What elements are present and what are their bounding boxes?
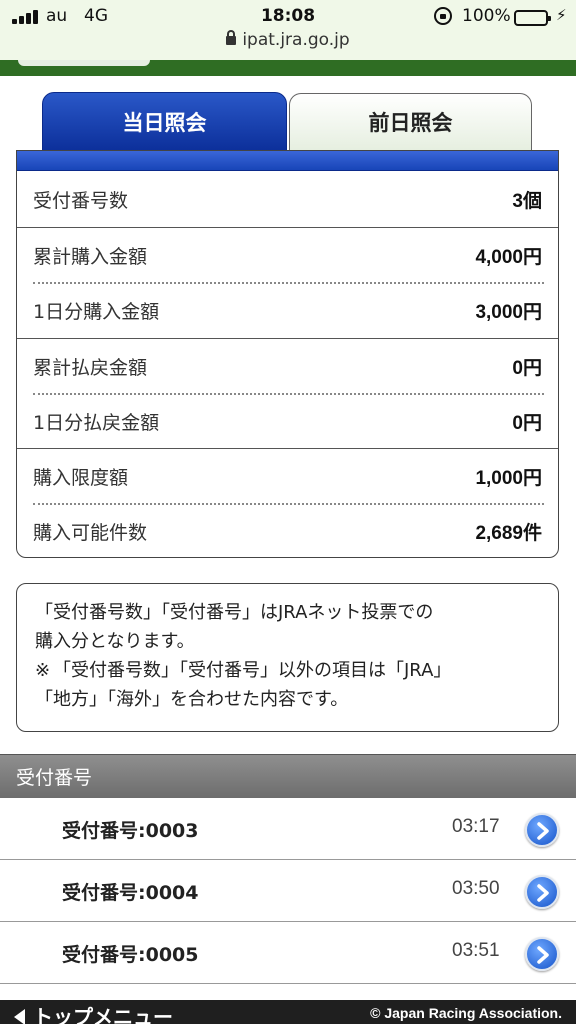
summary-label: 累計購入金額 xyxy=(33,246,148,268)
summary-value: 3,000円 xyxy=(475,302,542,323)
receipt-time: 03:50 xyxy=(452,878,500,899)
tab-today-inquiry[interactable]: 当日照会 xyxy=(42,92,287,152)
summary-row: 1日分払戻金額 0円 xyxy=(17,394,558,449)
summary-row: 累計購入金額 4,000円 xyxy=(17,228,558,283)
notice-box: 「受付番号数」「受付番号」はJRAネット投票での 購入分となります。 ※ 「受付番… xyxy=(16,583,559,732)
copyright-text: © Japan Racing Association. xyxy=(370,1005,562,1021)
summary-value: 0円 xyxy=(512,413,542,434)
section-title: 受付番号 xyxy=(16,767,93,789)
summary-value: 0円 xyxy=(512,358,542,379)
summary-row: 1日分購入金額 3,000円 xyxy=(17,283,558,338)
summary-value: 3個 xyxy=(512,191,542,212)
lock-icon xyxy=(226,30,237,45)
notice-line: ※ 「受付番号数」「受付番号」以外の項目は「JRA」 xyxy=(35,656,540,685)
notice-line: 購入分となります。 xyxy=(35,631,195,652)
receipt-number: 受付番号:0005 xyxy=(62,944,199,966)
summary-row: 購入限度額 1,000円 xyxy=(17,449,558,504)
receipt-time: 03:51 xyxy=(452,940,500,961)
summary-row: 購入可能件数 2,689件 xyxy=(17,504,558,557)
summary-panel: 受付番号数 3個 累計購入金額 4,000円 1日分購入金額 3,000円 累計… xyxy=(16,150,559,558)
summary-label: 1日分購入金額 xyxy=(33,301,160,323)
tab-previous-day-inquiry[interactable]: 前日照会 xyxy=(289,93,532,150)
summary-value: 1,000円 xyxy=(475,468,542,489)
battery-percent: 100% xyxy=(462,6,511,26)
summary-row: 受付番号数 3個 xyxy=(17,172,558,227)
summary-label: 1日分払戻金額 xyxy=(33,412,160,434)
panel-header xyxy=(17,151,558,171)
receipt-number: 受付番号:0004 xyxy=(62,882,199,904)
summary-label: 累計払戻金額 xyxy=(33,357,148,379)
chevron-right-icon[interactable] xyxy=(525,875,559,909)
url-text: ipat.jra.go.jp xyxy=(242,30,350,50)
summary-value: 2,689件 xyxy=(475,523,542,544)
notice-line: 「受付番号数」「受付番号」はJRAネット投票での xyxy=(35,602,434,623)
chevron-right-icon[interactable] xyxy=(525,813,559,847)
note-mark: ※ xyxy=(35,660,51,681)
summary-label: 受付番号数 xyxy=(33,190,129,212)
top-menu-link[interactable]: トップメニュー xyxy=(14,1001,173,1024)
notice-line: 「地方」「海外」を合わせた内容です。 xyxy=(35,689,349,710)
receipt-time: 03:17 xyxy=(452,816,500,837)
tab-previous-label: 前日照会 xyxy=(368,111,453,135)
top-menu-label: トップメニュー xyxy=(33,1005,173,1024)
header-tab-remnant xyxy=(18,60,150,66)
footer-bar: トップメニュー © Japan Racing Association. xyxy=(0,1000,576,1024)
back-arrow-icon xyxy=(14,1009,25,1024)
charging-icon: ⚡ xyxy=(556,6,567,24)
receipt-row[interactable]: 受付番号:0003 03:17 xyxy=(0,798,576,860)
summary-label: 購入限度額 xyxy=(33,467,129,489)
notice-text: 「受付番号数」「受付番号」以外の項目は「JRA」 xyxy=(53,660,452,681)
receipt-number: 受付番号:0003 xyxy=(62,820,199,842)
receipt-row[interactable]: 受付番号:0005 03:51 xyxy=(0,922,576,984)
summary-value: 4,000円 xyxy=(475,247,542,268)
chevron-right-icon[interactable] xyxy=(525,937,559,971)
status-bar: au 4G 18:08 100% ⚡ ipat.jra.go.jp xyxy=(0,0,576,60)
tab-today-label: 当日照会 xyxy=(122,111,207,135)
summary-label: 購入可能件数 xyxy=(33,522,148,544)
receipts-section-header: 受付番号 xyxy=(0,754,576,798)
site-header-bar xyxy=(0,60,576,76)
summary-row: 累計払戻金額 0円 xyxy=(17,339,558,394)
battery-icon xyxy=(514,10,551,26)
rotation-lock-icon xyxy=(434,7,452,25)
address-bar[interactable]: ipat.jra.go.jp xyxy=(0,30,576,50)
receipt-row[interactable]: 受付番号:0004 03:50 xyxy=(0,860,576,922)
